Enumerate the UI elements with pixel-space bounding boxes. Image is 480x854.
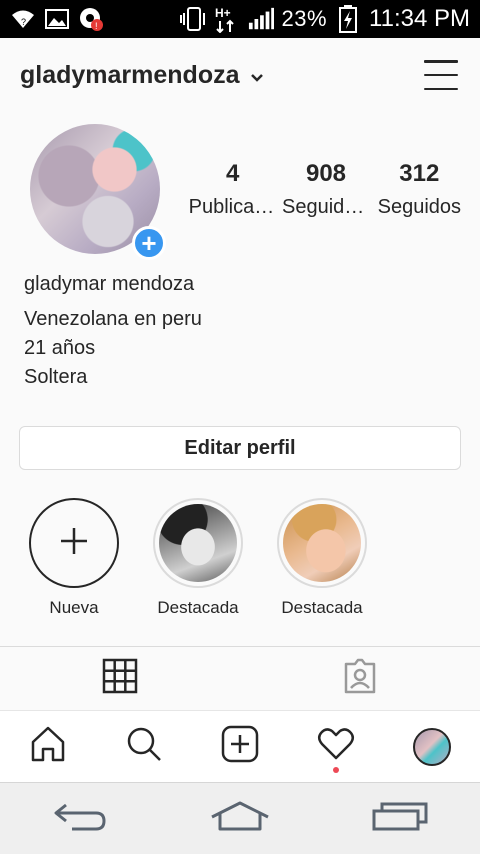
highlight-item[interactable]: Destacada — [270, 498, 374, 618]
svg-text:!: ! — [95, 21, 98, 31]
highlight-label: Destacada — [281, 598, 363, 617]
bio-line: Venezolana en peru — [24, 308, 202, 330]
home-button[interactable] — [205, 794, 275, 844]
status-bar-right: H+ 23% 11:34 PM — [179, 5, 470, 33]
vibrate-icon — [179, 6, 206, 32]
highlight-image — [159, 504, 237, 582]
add-story-button[interactable]: + — [132, 226, 166, 260]
recents-icon — [372, 801, 428, 836]
bio-line: 21 años — [24, 337, 96, 359]
svg-text:H+: H+ — [215, 6, 231, 20]
account-switcher[interactable]: gladymarmendoza — [20, 61, 264, 90]
nav-home[interactable] — [18, 717, 78, 777]
stat-label: Publicaciones — [188, 196, 277, 218]
stat-followers[interactable]: 908 Seguidores — [279, 160, 372, 219]
nav-activity[interactable] — [306, 717, 366, 777]
system-navigation — [0, 782, 480, 854]
network-type-icon: H+ — [214, 6, 240, 33]
battery-percent: 23% — [281, 6, 328, 31]
highlight-label: Destacada — [157, 598, 239, 617]
profile-bio: gladymar mendoza Venezolana en peru 21 a… — [24, 270, 202, 392]
signal-icon — [248, 6, 274, 32]
highlight-label: Nueva — [49, 598, 99, 617]
tab-grid[interactable] — [0, 647, 240, 710]
stat-value: 312 — [399, 160, 440, 187]
back-arrow-icon — [52, 799, 108, 838]
status-bar-left: ? ! — [10, 6, 104, 32]
search-icon — [124, 724, 164, 769]
bio-line: Soltera — [24, 366, 88, 388]
bottom-navigation — [0, 710, 480, 782]
home-nav-icon — [210, 801, 270, 836]
display-name: gladymar mendoza — [24, 273, 195, 295]
tab-tagged[interactable] — [240, 647, 480, 710]
stat-label: Seguidos — [377, 196, 462, 218]
stat-following[interactable]: 312 Seguidos — [373, 160, 466, 219]
profile-avatar-wrap[interactable]: + — [30, 124, 166, 260]
story-highlights: Nueva Destacada Destacada — [22, 498, 374, 618]
heart-icon — [316, 724, 356, 769]
nav-profile[interactable] — [402, 717, 462, 777]
status-bar: ? ! H+ 23% 11:34 PM — [0, 0, 480, 38]
notification-icon: ! — [78, 6, 104, 32]
grid-icon — [102, 658, 138, 699]
profile-header: gladymarmendoza — [0, 38, 480, 112]
home-icon — [28, 724, 68, 769]
back-button[interactable] — [45, 794, 115, 844]
profile-tabs — [0, 646, 480, 710]
clock: 11:34 PM — [369, 5, 470, 32]
profile-stats: 4 Publicaciones 908 Seguidores 312 Segui… — [186, 160, 466, 219]
highlight-cover[interactable] — [277, 498, 367, 588]
stat-posts[interactable]: 4 Publicaciones — [186, 160, 279, 219]
highlight-new[interactable]: Nueva — [22, 498, 126, 618]
highlight-image — [283, 504, 361, 582]
plus-icon — [58, 525, 90, 562]
image-icon — [44, 6, 70, 32]
chevron-down-icon — [250, 61, 264, 90]
nav-new-post[interactable] — [210, 717, 270, 777]
stat-value: 4 — [225, 160, 240, 187]
recents-button[interactable] — [365, 794, 435, 844]
nav-search[interactable] — [114, 717, 174, 777]
new-highlight-button[interactable] — [29, 498, 119, 588]
highlight-item[interactable]: Destacada — [146, 498, 250, 618]
stat-label: Seguidores — [281, 196, 370, 218]
svg-text:?: ? — [21, 17, 26, 27]
menu-icon[interactable] — [424, 60, 458, 90]
stat-value: 908 — [305, 160, 347, 187]
highlight-cover[interactable] — [153, 498, 243, 588]
wifi-icon: ? — [10, 6, 36, 32]
battery-icon — [335, 5, 361, 33]
add-post-icon — [220, 724, 260, 769]
username: gladymarmendoza — [20, 60, 240, 89]
profile-avatar-small — [413, 727, 451, 766]
notification-dot — [333, 766, 339, 773]
tagged-photos-icon — [342, 658, 378, 699]
edit-profile-button[interactable]: Editar perfil — [19, 426, 461, 470]
